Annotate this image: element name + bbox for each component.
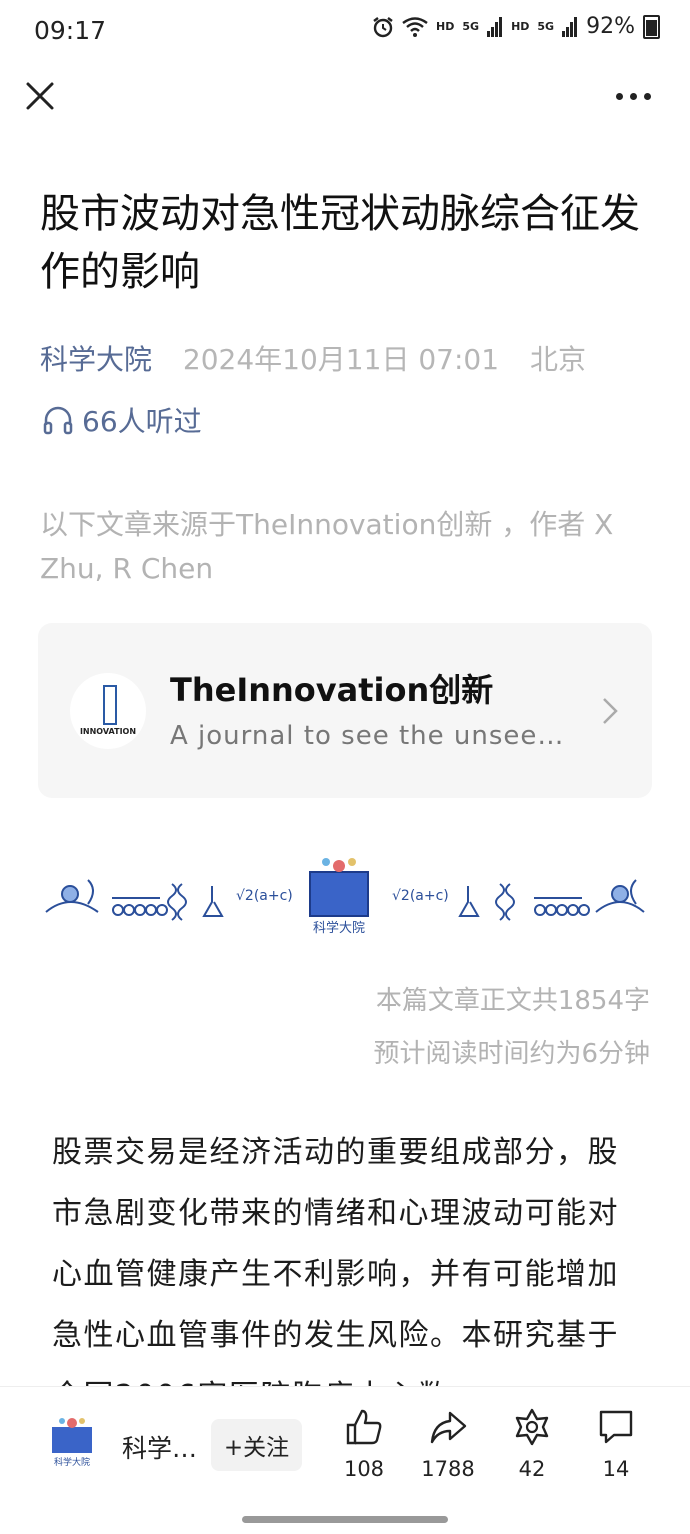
recommend-count: 42 xyxy=(518,1457,546,1481)
follow-button[interactable]: +关注 xyxy=(211,1419,302,1471)
word-count: 本篇文章正文共1854字 xyxy=(375,986,650,1016)
account-avatar[interactable]: 科学大院 xyxy=(46,1415,98,1467)
share-count: 1788 xyxy=(421,1457,475,1481)
source-account-logo: INNOVATION xyxy=(70,673,146,749)
chevron-right-icon xyxy=(603,698,618,724)
article-meta: 科学大院 2024年10月11日 07:01 北京 xyxy=(40,338,586,378)
close-button[interactable] xyxy=(20,76,60,116)
like-button[interactable]: 108 xyxy=(324,1407,404,1481)
like-count: 108 xyxy=(343,1457,385,1481)
formula-left: √2(a+c) xyxy=(236,888,293,904)
headphones-icon xyxy=(43,406,73,435)
dot-icon xyxy=(644,92,651,100)
more-options-button[interactable] xyxy=(616,86,662,106)
publish-datetime: 2024年10月11日 07:01 xyxy=(182,343,500,376)
science-banner-image: √2(a+c) 科学大院 √2(a+c) xyxy=(45,858,645,936)
network-label-2: 5G xyxy=(537,20,555,33)
source-account-description: A journal to see the unseen… xyxy=(170,721,580,751)
center-logo-label: 科学大院 xyxy=(313,920,365,936)
logo-text: INNOVATION xyxy=(79,727,137,736)
source-account-name: TheInnovation创新 xyxy=(170,671,494,709)
thumbs-up-icon xyxy=(346,1409,382,1445)
top-bar xyxy=(0,62,690,132)
recommend-flower-icon xyxy=(515,1408,549,1446)
share-arrow-icon xyxy=(430,1411,467,1444)
status-icons: HD 5G HD 5G 92% xyxy=(372,14,660,39)
hd-label-1: HD xyxy=(436,20,455,33)
avatar-label: 科学大院 xyxy=(54,1456,90,1467)
listen-count-label: 66人听过 xyxy=(82,405,202,438)
center-logo-icon: 科学大院 xyxy=(309,858,369,936)
read-time: 预计阅读时间约为6分钟 xyxy=(373,1039,650,1069)
share-button[interactable]: 1788 xyxy=(408,1407,488,1481)
battery-percent: 92% xyxy=(586,14,635,39)
recommend-button[interactable]: 42 xyxy=(492,1407,572,1481)
dot-icon xyxy=(616,92,623,100)
publish-location: 北京 xyxy=(529,343,586,376)
source-account-card[interactable]: INNOVATION TheInnovation创新 A journal to … xyxy=(38,623,652,798)
bottom-action-bar: 科学大院 科学… +关注 108 1788 42 14 xyxy=(0,1386,690,1534)
listen-count[interactable]: 66人听过 xyxy=(42,400,202,440)
hd-label-2: HD xyxy=(511,20,530,33)
dot-icon xyxy=(630,92,637,100)
account-name[interactable]: 科学… xyxy=(122,1429,197,1465)
alarm-icon xyxy=(373,16,393,37)
status-bar: 09:17 HD 5G HD 5G 92% xyxy=(0,0,690,62)
article-title: 股市波动对急性冠状动脉综合征发作的影响 xyxy=(40,191,640,295)
wifi-icon xyxy=(402,16,428,37)
signal-icon-2 xyxy=(562,16,578,37)
comment-button[interactable]: 14 xyxy=(576,1407,656,1481)
signal-icon-1 xyxy=(487,16,503,37)
comment-bubble-icon xyxy=(599,1410,633,1444)
source-note: 以下文章来源于TheInnovation创新 ，作者 X Zhu, R Chen xyxy=(40,508,614,585)
status-time: 09:17 xyxy=(34,16,107,45)
article-stats: 本篇文章正文共1854字 预计阅读时间约为6分钟 xyxy=(373,975,650,1081)
formula-right: √2(a+c) xyxy=(392,888,449,904)
battery-icon xyxy=(643,14,660,39)
article-body: 股票交易是经济活动的重要组成部分，股市急剧变化带来的情绪和心理波动可能对心血管健… xyxy=(52,1135,619,1402)
author-link[interactable]: 科学大院 xyxy=(40,343,152,376)
comment-count: 14 xyxy=(602,1457,630,1481)
home-indicator[interactable] xyxy=(242,1516,448,1523)
innovation-logo-icon xyxy=(103,685,117,725)
network-label-1: 5G xyxy=(462,20,480,33)
